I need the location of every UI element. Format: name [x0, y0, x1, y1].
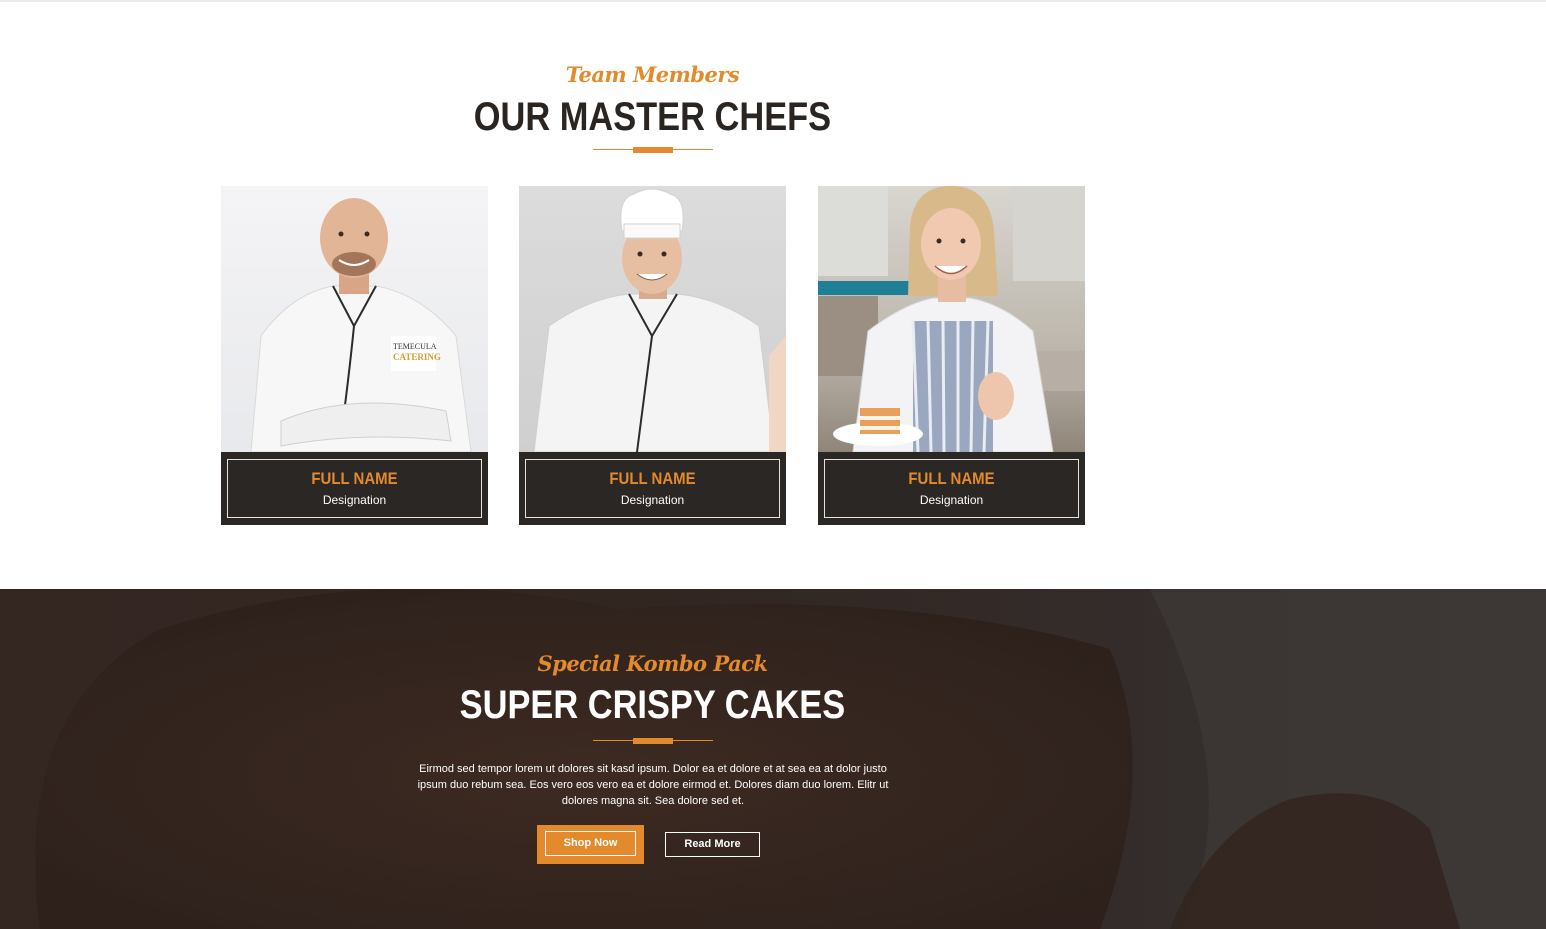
- chef-designation: Designation: [322, 493, 387, 507]
- team-title-divider: [593, 147, 713, 153]
- promo-subtitle: Special Kombo Pack: [537, 651, 768, 676]
- chef-card[interactable]: FULL NAME Designation: [818, 186, 1085, 525]
- promo-section: Special Kombo Pack SUPER CRISPY CAKES Ei…: [0, 589, 1546, 929]
- team-title: OUR MASTER CHEFS: [473, 95, 832, 139]
- shop-now-button[interactable]: Shop Now: [537, 825, 644, 864]
- chef-name: FULL NAME: [311, 469, 398, 488]
- chef-card[interactable]: TEMECULA CATERING FULL NAME Designation: [221, 186, 488, 525]
- read-more-button[interactable]: Read More: [665, 832, 760, 857]
- chef-info: FULL NAME Designation: [227, 459, 482, 518]
- team-section: Team Members OUR MASTER CHEFS TEMECULA C…: [0, 2, 1546, 589]
- chef-name: FULL NAME: [609, 469, 696, 488]
- cake-background-image: [0, 589, 1546, 929]
- chef-photo: [818, 186, 1085, 452]
- chef-info: FULL NAME Designation: [525, 459, 780, 518]
- svg-text:CATERING: CATERING: [393, 352, 441, 362]
- chef-info: FULL NAME Designation: [824, 459, 1079, 518]
- chef-photo: TEMECULA CATERING: [221, 186, 488, 452]
- chef-designation: Designation: [919, 493, 984, 507]
- promo-description: Eirmod sed tempor lorem ut dolores sit k…: [417, 763, 889, 807]
- chef-designation: Designation: [620, 493, 685, 507]
- shop-now-label: Shop Now: [545, 831, 636, 856]
- promo-title-divider: [593, 738, 713, 744]
- chef-name: FULL NAME: [908, 469, 995, 488]
- svg-text:TEMECULA: TEMECULA: [393, 342, 437, 351]
- chef-photo: [519, 186, 786, 452]
- promo-title: SUPER CRISPY CAKES: [459, 683, 846, 727]
- chef-card[interactable]: FULL NAME Designation: [519, 186, 786, 525]
- team-subtitle: Team Members: [565, 62, 740, 87]
